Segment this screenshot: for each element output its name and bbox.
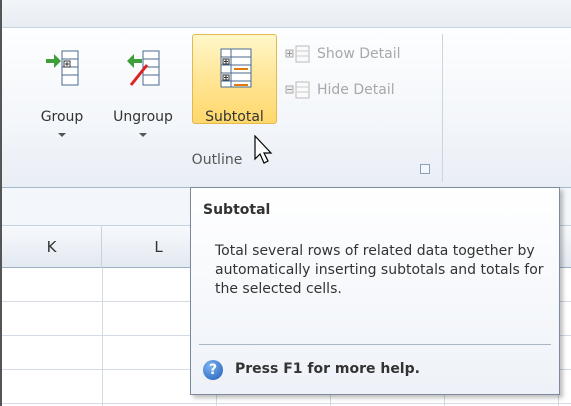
group-divider (442, 34, 443, 182)
tooltip-help-text: Press F1 for more help. (235, 361, 420, 377)
tooltip-description: Total several rows of related data toget… (215, 243, 544, 297)
group-icon (46, 50, 79, 86)
tooltip-title: Subtotal (203, 202, 271, 218)
ungroup-button[interactable]: Ungroup (100, 34, 186, 152)
group-button[interactable]: Group (32, 34, 92, 152)
mouse-cursor-icon (254, 135, 273, 164)
subtotal-icon (220, 48, 251, 88)
ungroup-icon (127, 50, 160, 86)
ribbon-tab-strip (2, 0, 571, 28)
show-detail-icon (285, 45, 310, 63)
group-button-label: Group (40, 109, 84, 125)
show-detail-label: Show Detail (317, 46, 401, 62)
subtotal-tooltip: Subtotal Total several rows of related d… (190, 187, 560, 395)
ribbon-data-tab: Group Ungroup Subtotal Show Detail Hide … (2, 28, 571, 188)
excel-window: Group Ungroup Subtotal Show Detail Hide … (0, 0, 571, 406)
subtotal-button[interactable]: Subtotal (192, 34, 277, 125)
dialog-launcher-icon[interactable] (420, 164, 430, 174)
chevron-down-icon (58, 133, 66, 137)
hide-detail-button[interactable]: Hide Detail (285, 78, 395, 102)
hide-detail-label: Hide Detail (317, 82, 395, 98)
chevron-down-icon (139, 133, 147, 137)
ungroup-button-label: Ungroup (113, 109, 173, 125)
hide-detail-icon (285, 81, 310, 99)
tooltip-divider (199, 344, 551, 345)
show-detail-button[interactable]: Show Detail (285, 42, 400, 66)
subtotal-button-label: Subtotal (205, 109, 264, 125)
column-header-k[interactable]: K (2, 226, 102, 268)
help-icon: ? (203, 360, 223, 380)
